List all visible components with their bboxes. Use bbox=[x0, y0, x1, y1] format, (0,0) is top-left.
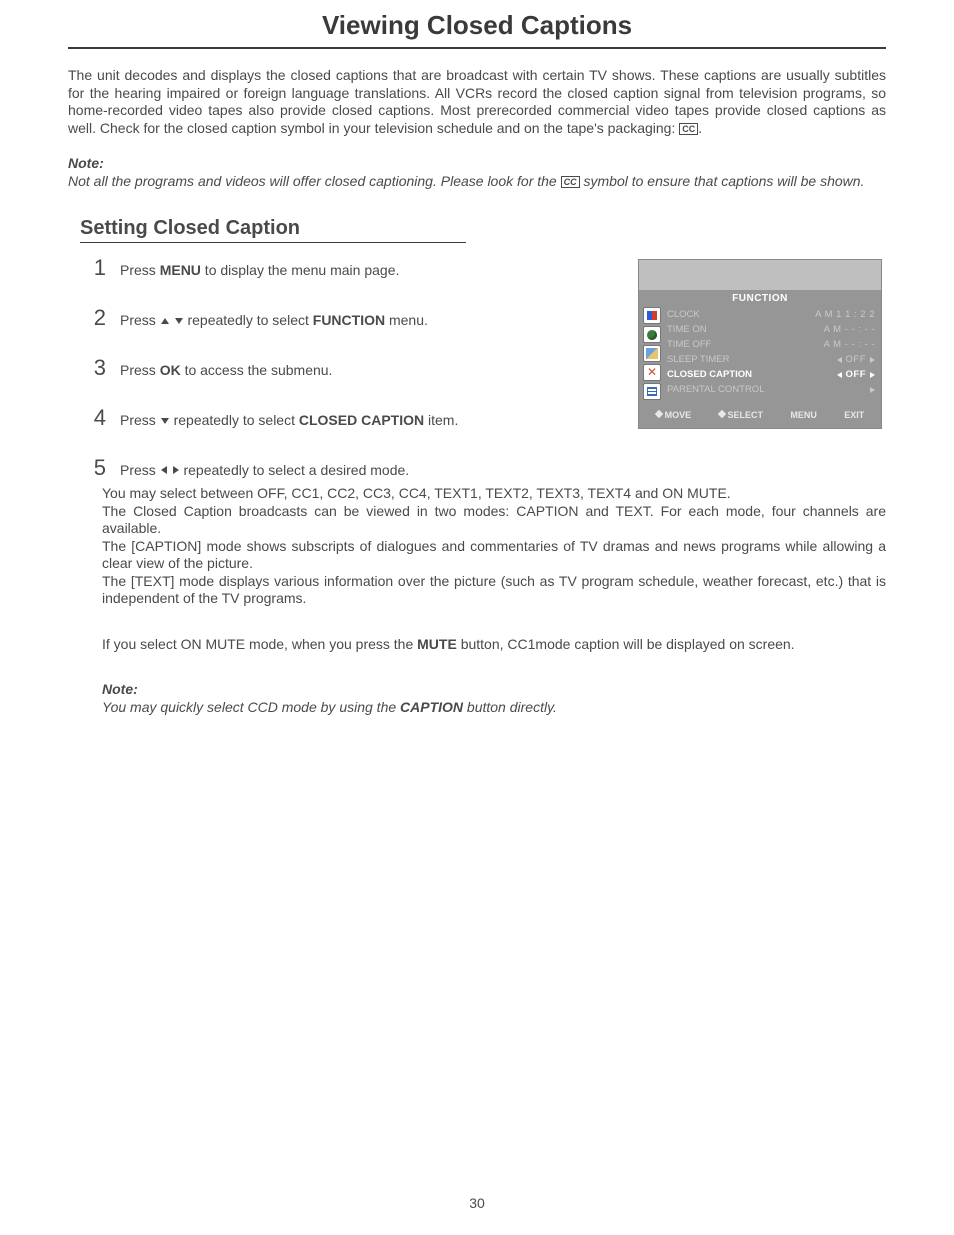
osd-foot-exit: EXIT bbox=[844, 410, 864, 420]
note-label: Note: bbox=[68, 155, 886, 171]
up-arrow-icon bbox=[161, 318, 169, 324]
osd-row-value: A M - - : - - bbox=[824, 339, 875, 350]
section-rule bbox=[80, 242, 466, 243]
osd-row-label: TIME ON bbox=[667, 324, 707, 335]
osd-row-value: OFF bbox=[837, 354, 876, 365]
right-arrow-icon bbox=[870, 387, 875, 393]
osd-foot-select: SELECT bbox=[719, 410, 764, 420]
body-p5: If you select ON MUTE mode, when you pre… bbox=[102, 636, 886, 654]
step-5: 5 Press repeatedly to select a desired m… bbox=[88, 455, 886, 481]
osd-row-time-off: TIME OFF A M - - : - - bbox=[667, 337, 875, 352]
osd-body: CLOCK A M 1 1 : 2 2 TIME ON A M - - : - … bbox=[639, 307, 881, 400]
body-p1: You may select between OFF, CC1, CC2, CC… bbox=[102, 485, 886, 503]
osd-row-label: PARENTAL CONTROL bbox=[667, 384, 764, 395]
section-heading: Setting Closed Caption bbox=[80, 217, 886, 240]
osd-row-label: CLOCK bbox=[667, 309, 700, 320]
osd-function-icon bbox=[643, 345, 661, 362]
body-p3: The [CAPTION] mode shows subscripts of d… bbox=[102, 538, 886, 573]
osd-footer: MOVE SELECT MENU EXIT bbox=[639, 400, 881, 424]
osd-screenshot: FUNCTION CLOCK A M 1 1 : 2 2 TIME ON A M… bbox=[638, 259, 882, 429]
body-p2: The Closed Caption broadcasts can be vie… bbox=[102, 503, 886, 538]
osd-row-closed-caption: CLOSED CAPTION OFF bbox=[667, 367, 875, 382]
intro-text: The unit decodes and displays the closed… bbox=[68, 67, 886, 136]
note2-label: Note: bbox=[102, 681, 886, 697]
osd-title: FUNCTION bbox=[639, 290, 881, 307]
left-arrow-icon bbox=[837, 372, 842, 378]
note-body: Not all the programs and videos will off… bbox=[68, 173, 886, 189]
osd-row-time-on: TIME ON A M - - : - - bbox=[667, 322, 875, 337]
page-title: Viewing Closed Captions bbox=[68, 10, 886, 41]
diamond-icon bbox=[654, 410, 662, 418]
osd-row-value: A M - - : - - bbox=[824, 324, 875, 335]
right-arrow-icon bbox=[870, 372, 875, 378]
osd-picture-icon bbox=[643, 307, 661, 324]
page-number: 30 bbox=[0, 1195, 954, 1211]
osd-row-value: OFF bbox=[837, 369, 876, 380]
osd-row-sleep-timer: SLEEP TIMER OFF bbox=[667, 352, 875, 367]
osd-row-label: TIME OFF bbox=[667, 339, 711, 350]
left-arrow-icon bbox=[161, 466, 167, 474]
osd-tools-icon bbox=[643, 364, 661, 381]
osd-foot-move: MOVE bbox=[656, 410, 692, 420]
osd-topbar bbox=[639, 260, 881, 290]
down-arrow-icon bbox=[175, 318, 183, 324]
osd-row-clock: CLOCK A M 1 1 : 2 2 bbox=[667, 307, 875, 322]
right-arrow-icon bbox=[173, 466, 179, 474]
osd-row-value: A M 1 1 : 2 2 bbox=[815, 309, 875, 320]
step-number: 5 bbox=[88, 455, 106, 481]
left-arrow-icon bbox=[837, 357, 842, 363]
step-number: 1 bbox=[88, 255, 106, 281]
step-number: 3 bbox=[88, 355, 106, 381]
osd-channel-icon bbox=[643, 383, 661, 400]
right-arrow-icon bbox=[870, 357, 875, 363]
cc-symbol-icon: CC bbox=[679, 123, 698, 135]
osd-row-parental-control: PARENTAL CONTROL bbox=[667, 382, 875, 397]
body-p4: The [TEXT] mode displays various informa… bbox=[102, 573, 886, 608]
step-text: Press repeatedly to select a desired mod… bbox=[120, 462, 886, 479]
note-text-b: symbol to ensure that captions will be s… bbox=[580, 173, 865, 189]
osd-row-value bbox=[870, 387, 875, 393]
osd-icons-column bbox=[643, 307, 661, 400]
body-text: You may select between OFF, CC1, CC2, CC… bbox=[102, 485, 886, 653]
diamond-icon bbox=[717, 410, 725, 418]
cc-symbol-icon: CC bbox=[561, 176, 580, 188]
title-rule bbox=[68, 47, 886, 49]
osd-rows: CLOCK A M 1 1 : 2 2 TIME ON A M - - : - … bbox=[667, 307, 875, 400]
intro-paragraph: The unit decodes and displays the closed… bbox=[68, 67, 886, 137]
osd-row-label: CLOSED CAPTION bbox=[667, 369, 752, 380]
step-number: 2 bbox=[88, 305, 106, 331]
down-arrow-icon bbox=[161, 418, 169, 424]
note-text-a: Not all the programs and videos will off… bbox=[68, 173, 561, 189]
osd-row-label: SLEEP TIMER bbox=[667, 354, 729, 365]
note2-body: You may quickly select CCD mode by using… bbox=[102, 699, 886, 715]
osd-sound-icon bbox=[643, 326, 661, 343]
manual-page: Viewing Closed Captions The unit decodes… bbox=[0, 0, 954, 1235]
step-number: 4 bbox=[88, 405, 106, 431]
osd-foot-menu: MENU bbox=[790, 410, 817, 420]
